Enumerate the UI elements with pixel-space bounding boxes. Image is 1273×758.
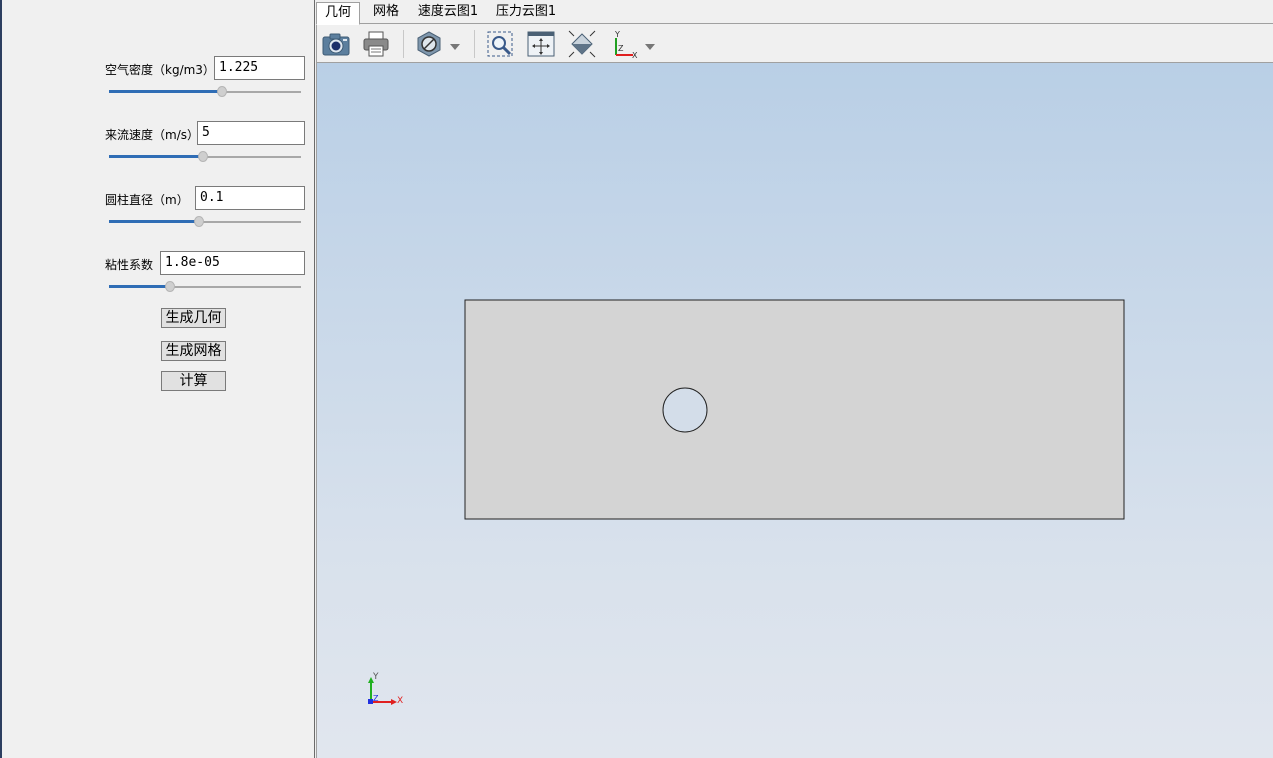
slider-handle[interactable]: [194, 216, 205, 227]
air-density-input[interactable]: 1.225: [214, 56, 305, 80]
cylinder-circle: [662, 387, 708, 433]
slider-fill: [109, 220, 200, 223]
view-toolbar: Y X Z: [316, 25, 1273, 63]
cylinder-diameter-label: 圆柱直径（m）: [105, 193, 189, 207]
tab-geometry[interactable]: 几何: [316, 2, 360, 25]
generate-mesh-button[interactable]: 生成网格: [161, 341, 226, 361]
param-row-inflow-velocity: 来流速度（m/s） 5: [2, 121, 317, 145]
viscosity-input[interactable]: 1.8e-05: [160, 251, 305, 275]
inflow-velocity-input[interactable]: 5: [197, 121, 305, 145]
display-mode-dropdown-icon[interactable]: [450, 40, 460, 50]
camera-icon[interactable]: [321, 29, 351, 59]
tab-mesh[interactable]: 网格: [364, 2, 408, 24]
isometric-view-icon[interactable]: [567, 29, 597, 59]
render-viewport[interactable]: Y X Z: [316, 63, 1273, 758]
air-density-label: 空气密度（kg/m3）: [105, 63, 215, 77]
axis-z-label: Z: [373, 694, 379, 703]
toolbar-separator: [403, 30, 404, 58]
slider-handle[interactable]: [198, 151, 209, 162]
viscosity-slider[interactable]: [109, 281, 301, 293]
display-mode-icon[interactable]: [414, 29, 444, 59]
slider-handle[interactable]: [217, 86, 228, 97]
axes-orientation-icon[interactable]: Y X Z: [608, 29, 638, 59]
fit-view-icon[interactable]: [526, 29, 556, 59]
print-icon[interactable]: [361, 29, 391, 59]
inflow-velocity-label: 来流速度（m/s）: [105, 128, 199, 142]
flow-domain-rect: [464, 299, 1125, 520]
axis-y-label: Y: [372, 672, 379, 682]
air-density-slider[interactable]: [109, 86, 301, 98]
toolbar-separator: [474, 30, 475, 58]
slider-fill: [109, 90, 223, 93]
axes-triad: Y X Z: [368, 672, 403, 706]
axes-orientation-dropdown-icon[interactable]: [645, 40, 655, 50]
slider-fill: [109, 285, 171, 288]
tab-velocity-contour[interactable]: 速度云图1: [414, 2, 482, 24]
zoom-box-icon[interactable]: [485, 29, 515, 59]
svg-text:Z: Z: [618, 44, 624, 53]
viscosity-label: 粘性系数: [105, 258, 154, 272]
axis-x-label: X: [397, 696, 403, 706]
param-row-cylinder-diameter: 圆柱直径（m） 0.1: [2, 186, 317, 210]
slider-handle[interactable]: [165, 281, 176, 292]
generate-geometry-button[interactable]: 生成几何: [161, 308, 226, 328]
param-row-air-density: 空气密度（kg/m3） 1.225: [2, 56, 317, 80]
parameter-panel: 空气密度（kg/m3） 1.225 来流速度（m/s） 5 圆柱直径（m） 0.…: [0, 0, 315, 758]
svg-text:Y: Y: [614, 30, 620, 39]
tab-pressure-contour[interactable]: 压力云图1: [492, 2, 560, 24]
compute-button[interactable]: 计算: [161, 371, 226, 391]
slider-fill: [109, 155, 204, 158]
cylinder-diameter-slider[interactable]: [109, 216, 301, 228]
cylinder-diameter-input[interactable]: 0.1: [195, 186, 305, 210]
param-row-viscosity: 粘性系数 1.8e-05: [2, 251, 317, 275]
svg-text:X: X: [632, 51, 638, 59]
app-window: 空气密度（kg/m3） 1.225 来流速度（m/s） 5 圆柱直径（m） 0.…: [0, 0, 1273, 758]
view-tabbar: 几何 网格 速度云图1 压力云图1: [316, 0, 1273, 25]
inflow-velocity-slider[interactable]: [109, 151, 301, 163]
